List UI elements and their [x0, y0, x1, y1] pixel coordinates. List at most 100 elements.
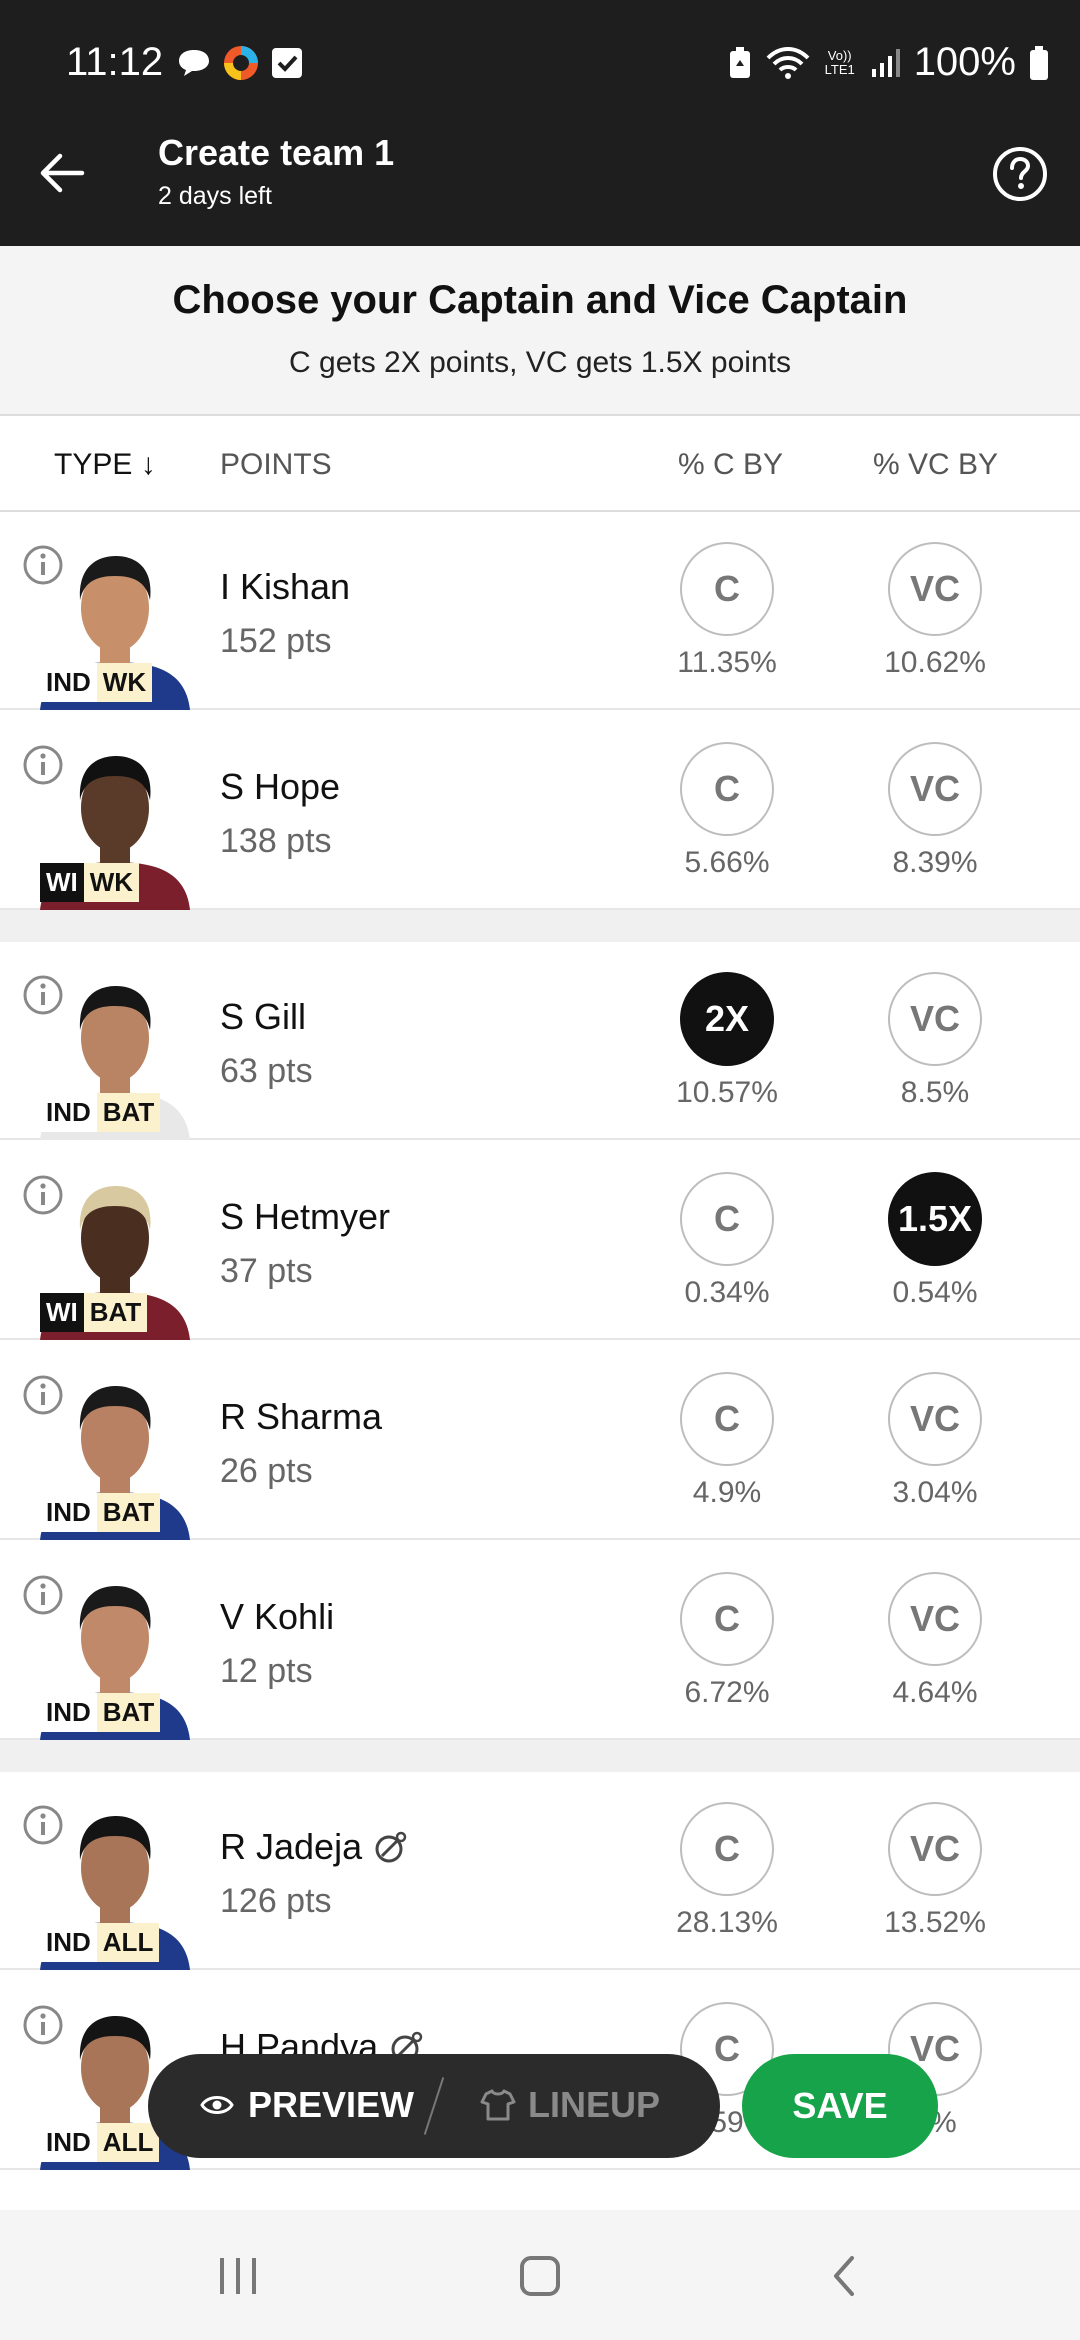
vice-captain-button[interactable]: VC	[888, 972, 982, 1066]
sort-by-type[interactable]: TYPE ↓	[54, 448, 156, 482]
captain-button[interactable]: C	[680, 742, 774, 836]
captain-percent: 4.9%	[692, 1476, 762, 1509]
team-label: WI	[40, 863, 84, 902]
vice-captain-button[interactable]: VC	[888, 1802, 982, 1896]
captain-percent: 28.13%	[676, 1906, 778, 1939]
captain-button[interactable]: C	[680, 1802, 774, 1896]
player-row[interactable]: WI BAT S Hetmyer 37 pts C 1.5X 0.34% 0.5…	[0, 1142, 1080, 1340]
back-button[interactable]	[30, 140, 96, 206]
role-label: ALL	[96, 1923, 160, 1962]
team-label: IND	[40, 1093, 97, 1132]
vice-captain-button[interactable]: VC	[888, 1572, 982, 1666]
player-name-wrap: R Jadeja	[220, 1826, 408, 1868]
team-label: IND	[40, 1693, 97, 1732]
player-row[interactable]: IND ALL R Jadeja 126 pts C VC 28.13% 13.…	[0, 1772, 1080, 1970]
info-icon	[23, 745, 63, 785]
recent-apps-button[interactable]	[208, 2246, 268, 2306]
player-row[interactable]: IND BAT R Sharma 26 pts C VC 4.9% 3.04%	[0, 1342, 1080, 1540]
preview-button[interactable]: PREVIEW	[200, 2084, 414, 2126]
player-name: S Gill	[220, 996, 307, 1037]
vice-captain-button[interactable]: VC	[888, 542, 982, 636]
team-label: IND	[40, 1493, 97, 1532]
back-nav-button[interactable]	[814, 2246, 874, 2306]
help-button[interactable]	[990, 144, 1050, 204]
player-name: S Hetmyer	[220, 1196, 391, 1237]
home-icon	[520, 2256, 560, 2296]
screen: 11:12 Vo)) LTE1 100% Create team 1 2 day…	[0, 0, 1080, 2340]
home-button[interactable]	[510, 2246, 570, 2306]
group-separator	[0, 1740, 1080, 1772]
system-icons: Vo)) LTE1 100%	[726, 40, 1050, 85]
divider	[423, 2077, 445, 2135]
sort-by-points[interactable]: POINTS	[220, 448, 332, 482]
player-info-button[interactable]	[22, 744, 64, 786]
info-icon	[23, 1375, 63, 1415]
page-title: Create team 1	[158, 132, 395, 173]
checkbox-notification-icon	[270, 46, 304, 80]
player-tag: IND BAT	[40, 1693, 161, 1732]
app-logo-icon	[222, 44, 260, 82]
player-info-button[interactable]	[22, 1574, 64, 1616]
role-label: BAT	[96, 1493, 161, 1532]
player-name-wrap: I Kishan	[220, 566, 350, 608]
lineup-label: LINEUP	[528, 2084, 661, 2125]
info-icon	[23, 975, 63, 1015]
player-name-wrap: R Sharma	[220, 1396, 382, 1438]
player-info-button[interactable]	[22, 544, 64, 586]
player-name: R Sharma	[220, 1396, 383, 1437]
player-row[interactable]: WI WK S Hope 138 pts C VC 5.66% 8.39%	[0, 712, 1080, 910]
player-name: R Jadeja	[220, 1826, 363, 1867]
recent-apps-icon	[220, 2258, 256, 2294]
vice-captain-percent: 13.52%	[884, 1906, 986, 1939]
preview-lineup-bar: PREVIEW LINEUP	[148, 2054, 720, 2158]
banner-subtitle: C gets 2X points, VC gets 1.5X points	[289, 346, 791, 379]
captain-button[interactable]: C	[680, 542, 774, 636]
team-label: IND	[40, 1923, 97, 1962]
player-info-button[interactable]	[22, 1374, 64, 1416]
role-label: BAT	[96, 1693, 161, 1732]
save-button[interactable]: SAVE	[742, 2054, 938, 2158]
sort-by-captain-percent[interactable]: % C BY	[678, 448, 783, 482]
player-row[interactable]: IND BAT V Kohli 12 pts C VC 6.72% 4.64%	[0, 1542, 1080, 1740]
role-label: WK	[96, 663, 153, 702]
status-time: 11:12	[66, 40, 164, 84]
player-row[interactable]: IND BAT S Gill 63 pts 2X VC 10.57% 8.5%	[0, 942, 1080, 1140]
player-info-button[interactable]	[22, 1174, 64, 1216]
player-tag: WI BAT	[40, 1293, 148, 1332]
captain-button[interactable]: C	[680, 1172, 774, 1266]
player-tag: IND WK	[40, 663, 153, 702]
role-label: ALL	[96, 2123, 160, 2162]
captain-button[interactable]: C	[680, 1372, 774, 1466]
player-info-button[interactable]	[22, 1804, 64, 1846]
player-tag: IND ALL	[40, 1923, 160, 1962]
info-icon	[23, 545, 63, 585]
player-info-button[interactable]	[22, 974, 64, 1016]
player-row[interactable]: IND WK I Kishan 152 pts C VC 11.35% 10.6…	[0, 512, 1080, 710]
battery-saver-icon	[726, 46, 754, 80]
captain-button[interactable]: 2X	[680, 972, 774, 1066]
player-tag: IND ALL	[40, 2123, 160, 2162]
jersey-icon	[480, 2089, 516, 2121]
info-icon	[23, 1175, 63, 1215]
player-points: 12 pts	[220, 1652, 313, 1690]
sort-by-vice-captain-percent[interactable]: % VC BY	[873, 448, 998, 482]
battery-percent: 100%	[913, 40, 1016, 84]
team-label: IND	[40, 2123, 97, 2162]
help-icon	[993, 147, 1047, 201]
player-info-button[interactable]	[22, 2004, 64, 2046]
player-name: S Hope	[220, 766, 341, 807]
vice-captain-percent: 8.5%	[900, 1076, 970, 1109]
captain-button[interactable]: C	[680, 1572, 774, 1666]
captain-percent: 10.57%	[676, 1076, 778, 1109]
vice-captain-button[interactable]: 1.5X	[888, 1172, 982, 1266]
vice-captain-button[interactable]: VC	[888, 1372, 982, 1466]
player-points: 63 pts	[220, 1052, 313, 1090]
column-headers: TYPE ↓ POINTS % C BY % VC BY	[0, 418, 1080, 512]
playing-status-icon	[375, 1831, 407, 1863]
notification-icons	[176, 44, 304, 82]
vice-captain-button[interactable]: VC	[888, 742, 982, 836]
info-icon	[23, 1805, 63, 1845]
app-header: Create team 1 2 days left	[0, 126, 1080, 246]
chat-icon	[176, 47, 212, 79]
lineup-button[interactable]: LINEUP	[480, 2084, 660, 2126]
